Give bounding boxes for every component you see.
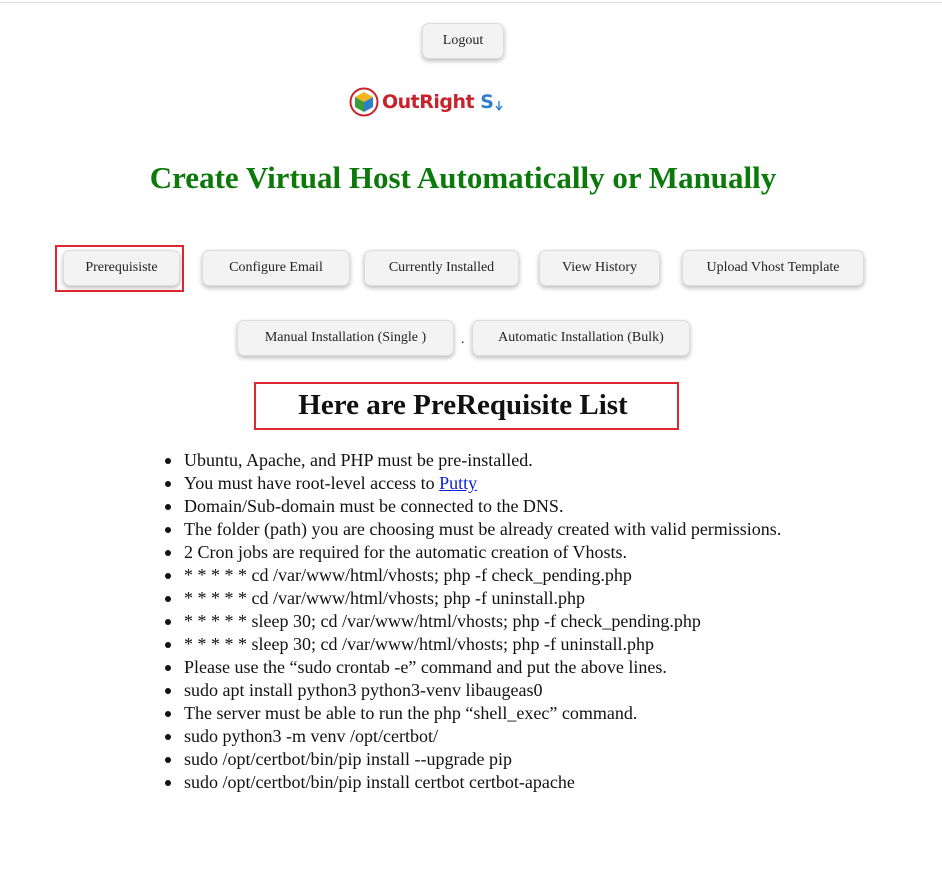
page-title: Create Virtual Host Automatically or Man…: [149, 160, 777, 195]
list-item: The server must be able to run the php “…: [165, 702, 784, 725]
tab-separator: .: [461, 332, 465, 347]
tab-view-history[interactable]: View History: [539, 250, 660, 286]
list-item: sudo /opt/certbot/bin/pip install --upgr…: [165, 748, 784, 771]
list-item: Domain/Sub-domain must be connected to t…: [165, 495, 784, 518]
list-item: sudo /opt/certbot/bin/pip install certbo…: [165, 771, 784, 794]
logout-button[interactable]: Logout: [422, 23, 504, 59]
tab-upload-vhost-template[interactable]: Upload Vhost Template: [682, 250, 864, 286]
prerequisite-list-heading: Here are PreRequisite List: [298, 389, 628, 421]
list-item: * * * * * cd /var/www/html/vhosts; php -…: [165, 587, 784, 610]
outright-logo[interactable]: OutRight S: [349, 86, 504, 118]
arrow-down-icon: [495, 101, 503, 112]
tab-automatic-installation[interactable]: Automatic Installation (Bulk): [472, 320, 690, 356]
tab-prerequisite[interactable]: Prerequisiste: [63, 250, 180, 286]
list-item: The folder (path) you are choosing must …: [165, 518, 784, 541]
putty-link[interactable]: Putty: [439, 473, 477, 493]
list-item: * * * * * sleep 30; cd /var/www/html/vho…: [165, 633, 784, 656]
list-item: Please use the “sudo crontab -e” command…: [165, 656, 784, 679]
list-item: Ubuntu, Apache, and PHP must be pre-inst…: [165, 449, 784, 472]
tab-manual-installation[interactable]: Manual Installation (Single ): [237, 320, 454, 356]
cube-logo-icon: [349, 87, 379, 117]
list-item: * * * * * cd /var/www/html/vhosts; php -…: [165, 564, 784, 587]
tab-configure-email[interactable]: Configure Email: [202, 250, 350, 286]
list-item: 2 Cron jobs are required for the automat…: [165, 541, 784, 564]
list-item: You must have root-level access to Putty: [165, 472, 784, 495]
tab-currently-installed[interactable]: Currently Installed: [364, 250, 519, 286]
list-item: * * * * * sleep 30; cd /var/www/html/vho…: [165, 610, 784, 633]
prerequisite-list: Ubuntu, Apache, and PHP must be pre-inst…: [165, 449, 784, 794]
list-item: sudo apt install python3 python3-venv li…: [165, 679, 784, 702]
top-divider: [0, 2, 942, 3]
list-item: sudo python3 -m venv /opt/certbot/: [165, 725, 784, 748]
logo-wordmark: OutRight S: [382, 91, 494, 113]
